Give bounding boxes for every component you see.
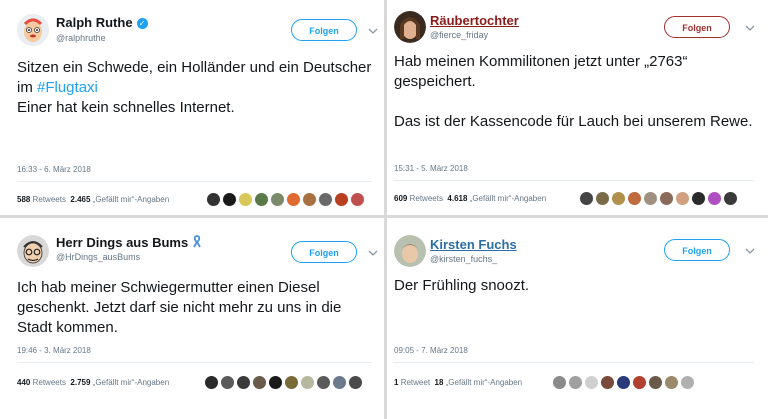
- liker-avatar[interactable]: [665, 376, 678, 389]
- avatar[interactable]: [17, 235, 49, 267]
- display-name[interactable]: Herr Dings aus Bums: [56, 235, 188, 250]
- engagement-stats: 609 Retweets 4.618 „Gefällt mir“-Angaben: [394, 194, 547, 203]
- liker-avatar[interactable]: [333, 376, 346, 389]
- liker-avatar[interactable]: [628, 192, 641, 205]
- liker-avatars[interactable]: [207, 193, 364, 206]
- like-count[interactable]: 18: [435, 378, 444, 387]
- liker-avatar[interactable]: [221, 376, 234, 389]
- like-count[interactable]: 4.618: [447, 194, 467, 203]
- liker-avatar[interactable]: [553, 376, 566, 389]
- retweet-count[interactable]: 1: [394, 378, 398, 387]
- liker-avatar[interactable]: [692, 192, 705, 205]
- chevron-down-icon[interactable]: [368, 249, 378, 257]
- liker-avatar[interactable]: [271, 193, 284, 206]
- liker-avatar[interactable]: [253, 376, 266, 389]
- liker-avatar[interactable]: [580, 192, 593, 205]
- avatar[interactable]: [394, 235, 426, 267]
- liker-avatar[interactable]: [676, 192, 689, 205]
- display-name[interactable]: Kirsten Fuchs: [430, 237, 517, 252]
- engagement-stats: 1 Retweet 18 „Gefällt mir“-Angaben: [394, 378, 523, 387]
- stats-divider: [394, 362, 754, 363]
- liker-avatar[interactable]: [644, 192, 657, 205]
- liker-avatar[interactable]: [335, 193, 348, 206]
- tweet-card-herr-dings: Herr Dings aus Bums @HrDings_ausBums Fol…: [0, 218, 384, 419]
- verified-badge-icon: ✓: [136, 18, 148, 29]
- display-name[interactable]: Ralph Ruthe: [56, 15, 133, 30]
- liker-avatar[interactable]: [205, 376, 218, 389]
- engagement-stats: 588 Retweets 2.465 „Gefällt mir“-Angaben: [17, 195, 170, 204]
- hashtag-link[interactable]: #Flugtaxi: [37, 79, 98, 96]
- chevron-down-icon[interactable]: [745, 24, 755, 32]
- liker-avatar[interactable]: [617, 376, 630, 389]
- liker-avatar[interactable]: [649, 376, 662, 389]
- liker-avatar[interactable]: [287, 193, 300, 206]
- display-name[interactable]: Räubertochter: [430, 13, 519, 28]
- ribbon-icon: [193, 235, 201, 248]
- stats-divider: [17, 362, 372, 363]
- liker-avatar[interactable]: [301, 376, 314, 389]
- tweet-text: Ich hab meiner Schwiegermutter einen Die…: [17, 279, 342, 336]
- stats-divider: [17, 181, 372, 182]
- liker-avatar[interactable]: [612, 192, 625, 205]
- engagement-stats: 440 Retweets 2.759 „Gefällt mir“-Angaben: [17, 378, 170, 387]
- stats-divider: [394, 180, 754, 181]
- avatar[interactable]: [17, 14, 49, 46]
- liker-avatar[interactable]: [724, 192, 737, 205]
- chevron-down-icon[interactable]: [745, 247, 755, 255]
- liker-avatar[interactable]: [319, 193, 332, 206]
- liker-avatar[interactable]: [237, 376, 250, 389]
- liker-avatars[interactable]: [580, 192, 737, 205]
- timestamp[interactable]: 15:31 - 5. März 2018: [394, 164, 468, 173]
- follow-button[interactable]: Folgen: [291, 241, 357, 263]
- liker-avatar[interactable]: [596, 192, 609, 205]
- liker-avatar[interactable]: [239, 193, 252, 206]
- retweet-count[interactable]: 609: [394, 194, 407, 203]
- chevron-down-icon[interactable]: [368, 27, 378, 35]
- tweet-text: Hab meinen Kommilitonen jetzt unter „276…: [394, 53, 753, 130]
- username[interactable]: @fierce_friday: [430, 30, 488, 40]
- username[interactable]: @HrDings_ausBums: [56, 252, 140, 262]
- timestamp[interactable]: 19:46 - 3. März 2018: [17, 346, 91, 355]
- liker-avatar[interactable]: [285, 376, 298, 389]
- liker-avatar[interactable]: [223, 193, 236, 206]
- liker-avatars[interactable]: [553, 376, 694, 389]
- timestamp[interactable]: 09:05 - 7. März 2018: [394, 346, 468, 355]
- follow-button[interactable]: Folgen: [664, 239, 730, 261]
- liker-avatar[interactable]: [601, 376, 614, 389]
- liker-avatar[interactable]: [569, 376, 582, 389]
- liker-avatar[interactable]: [585, 376, 598, 389]
- timestamp[interactable]: 16:33 - 6. März 2018: [17, 165, 91, 174]
- avatar[interactable]: [394, 11, 426, 43]
- retweet-count[interactable]: 440: [17, 378, 30, 387]
- tweet-card-kirsten-fuchs: Kirsten Fuchs @kirsten_fuchs_ Folgen Der…: [387, 218, 768, 419]
- tweet-card-raeubertochter: Räubertochter @fierce_friday Folgen Hab …: [387, 0, 768, 215]
- tweet-text: Sitzen ein Schwede, ein Holländer und ei…: [17, 59, 372, 116]
- liker-avatar[interactable]: [349, 376, 362, 389]
- username[interactable]: @ralphruthe: [56, 33, 106, 43]
- tweet-card-ralph-ruthe: Ralph Ruthe ✓ @ralphruthe Folgen Sitzen e…: [0, 0, 384, 215]
- liker-avatar[interactable]: [303, 193, 316, 206]
- liker-avatar[interactable]: [660, 192, 673, 205]
- like-count[interactable]: 2.465: [70, 195, 90, 204]
- follow-button[interactable]: Folgen: [664, 16, 730, 38]
- tweet-text: Der Frühling snoozt.: [394, 277, 530, 294]
- liker-avatar[interactable]: [317, 376, 330, 389]
- liker-avatars[interactable]: [205, 376, 362, 389]
- liker-avatar[interactable]: [681, 376, 694, 389]
- liker-avatar[interactable]: [269, 376, 282, 389]
- like-count[interactable]: 2.759: [70, 378, 90, 387]
- retweet-count[interactable]: 588: [17, 195, 30, 204]
- liker-avatar[interactable]: [207, 193, 220, 206]
- liker-avatar[interactable]: [351, 193, 364, 206]
- liker-avatar[interactable]: [633, 376, 646, 389]
- liker-avatar[interactable]: [255, 193, 268, 206]
- username[interactable]: @kirsten_fuchs_: [430, 254, 497, 264]
- follow-button[interactable]: Folgen: [291, 19, 357, 41]
- liker-avatar[interactable]: [708, 192, 721, 205]
